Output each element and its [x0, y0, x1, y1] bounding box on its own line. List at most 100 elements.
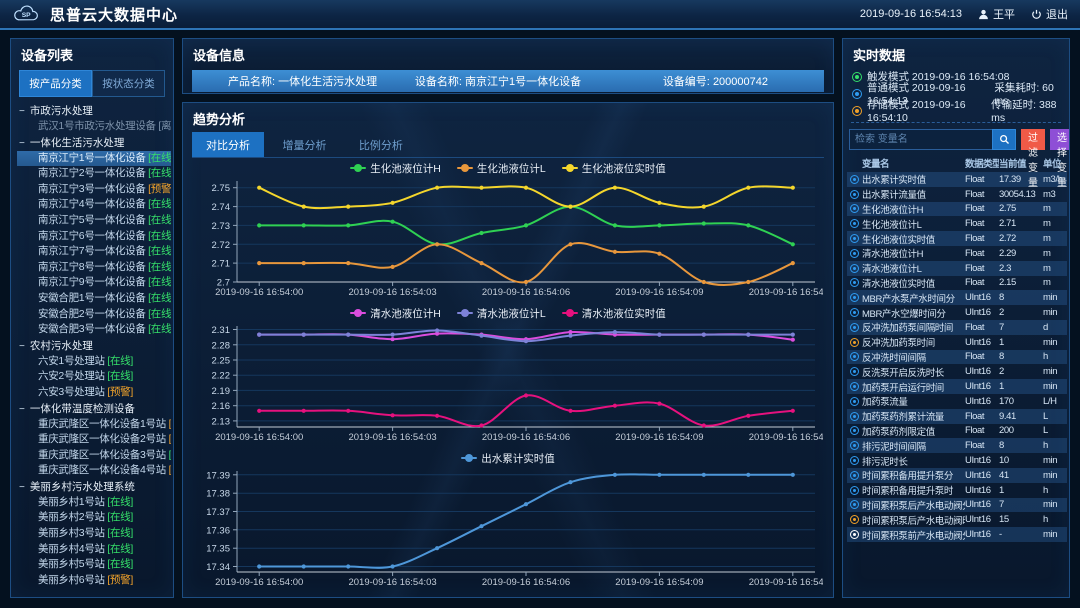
device-item[interactable]: 美丽乡村2号站 [在线]	[17, 510, 171, 526]
device-item[interactable]: 美丽乡村6号站 [预警]	[17, 573, 171, 589]
variable-row[interactable]: 排污泥时间间隔Float8h	[847, 438, 1067, 453]
device-group[interactable]: −市政污水处理	[17, 103, 171, 119]
variable-row[interactable]: 反冲洗加药泵间隔时间Float7d	[847, 320, 1067, 335]
device-item[interactable]: 南京江宁2号一体化设备 [在线]	[17, 166, 171, 182]
variable-row[interactable]: MBR产水泵产水时间分UInt168min	[847, 290, 1067, 305]
tab-compare-analysis[interactable]: 对比分析	[192, 132, 264, 157]
device-item[interactable]: 南京江宁1号一体化设备 [在线]	[17, 151, 171, 167]
device-item[interactable]: 南京江宁4号一体化设备 [在线]	[17, 197, 171, 213]
device-item[interactable]: 武汉1号市政污水处理设备 [离线]	[17, 119, 171, 135]
device-item[interactable]: 美丽乡村1号站 [在线]	[17, 495, 171, 511]
device-item-name: 六安3号处理站	[38, 386, 107, 398]
device-item[interactable]: 重庆武隆区一体化设备1号站 [预警]	[17, 417, 171, 433]
device-group[interactable]: −农村污水处理	[17, 338, 171, 354]
device-item[interactable]: 美丽乡村5号站 [在线]	[17, 557, 171, 573]
device-item[interactable]: 六安1号处理站 [在线]	[17, 354, 171, 370]
tab-ratio-analysis[interactable]: 比例分析	[345, 132, 417, 157]
variable-row[interactable]: 反冲洗加药泵时间UInt161min	[847, 335, 1067, 350]
collapse-icon[interactable]: −	[19, 106, 25, 117]
device-group[interactable]: −美丽乡村污水处理系统	[17, 479, 171, 495]
legend-item[interactable]: 清水池液位实时值	[562, 306, 666, 321]
variable-row[interactable]: 时间累积泵后产水电动阀分UInt167min	[847, 498, 1067, 513]
device-item[interactable]: 安徽合肥3号一体化设备 [在线]	[17, 322, 171, 338]
device-item[interactable]: 安徽合肥1号一体化设备 [在线]	[17, 291, 171, 307]
device-group[interactable]: −一体化生活污水处理	[17, 135, 171, 151]
legend-marker-icon	[350, 309, 366, 317]
legend-item[interactable]: 生化池液位计H	[350, 161, 441, 176]
header-user[interactable]: 王平	[978, 6, 1015, 22]
legend-item[interactable]: 生化池液位计L	[457, 161, 546, 176]
collapse-icon[interactable]: −	[19, 138, 25, 149]
variable-row[interactable]: 加药泵药剂限定值Float200L	[847, 424, 1067, 439]
variable-name: 清水池液位计L	[862, 261, 965, 276]
filter-variables-button[interactable]: 过滤变量	[1021, 129, 1045, 150]
svg-text:2019-09-16 16:54:09: 2019-09-16 16:54:09	[615, 432, 703, 443]
tab-increment-analysis[interactable]: 增量分析	[268, 132, 340, 157]
variable-row[interactable]: 时间累积泵后产水电动阀时UInt1615h	[847, 512, 1067, 527]
variable-value: 2.3	[999, 261, 1043, 276]
variable-row[interactable]: 加药泵药剂累计流量Float9.41L	[847, 409, 1067, 424]
variable-row[interactable]: MBR产水空爆时间分UInt162min	[847, 305, 1067, 320]
variable-unit: L	[1043, 424, 1067, 439]
device-item[interactable]: 重庆武隆区一体化设备2号站 [预警]	[17, 432, 171, 448]
select-variables-button[interactable]: 选择变量	[1050, 129, 1070, 150]
device-info-title: 设备信息	[183, 39, 833, 68]
svg-text:2019-09-16 16:54:03: 2019-09-16 16:54:03	[348, 577, 436, 588]
variable-row[interactable]: 出水累计流量值Float30054.13m3	[847, 187, 1067, 202]
variable-row[interactable]: 生化池液位计LFloat2.71m	[847, 216, 1067, 231]
trend-tabs: 对比分析 增量分析 比例分析	[192, 132, 824, 158]
device-item[interactable]: 南京江宁7号一体化设备 [在线]	[17, 244, 171, 260]
search-input[interactable]	[849, 129, 992, 150]
variable-row[interactable]: 清水池液位计LFloat2.3m	[847, 261, 1067, 276]
variable-row[interactable]: 清水池液位实时值Float2.15m	[847, 276, 1067, 291]
legend-item[interactable]: 清水池液位计L	[457, 306, 546, 321]
variable-row[interactable]: 排污泥时长UInt1610min	[847, 453, 1067, 468]
variable-row[interactable]: 加药泵开启运行时间UInt161min	[847, 379, 1067, 394]
device-item[interactable]: 南京江宁6号一体化设备 [在线]	[17, 229, 171, 245]
variable-row[interactable]: 时间累积泵前产水电动阀分UInt16-min	[847, 527, 1067, 542]
variable-icon	[850, 249, 859, 258]
variable-value: 1	[999, 483, 1043, 498]
legend-item[interactable]: 清水池液位计H	[350, 306, 441, 321]
device-item[interactable]: 南京江宁5号一体化设备 [在线]	[17, 213, 171, 229]
device-item[interactable]: 重庆武隆区一体化设备3号站 [在线]	[17, 448, 171, 464]
chart-legend: 生化池液位计H 生化池液位计L 生化池液位实时值	[191, 160, 825, 176]
device-item[interactable]: 六安3号处理站 [预警]	[17, 385, 171, 401]
variables-table-body: 出水累计实时值Float17.39m3/h出水累计流量值Float30054.1…	[847, 172, 1067, 542]
variable-row[interactable]: 生化池液位计HFloat2.75m	[847, 202, 1067, 217]
device-item[interactable]: 南京江宁8号一体化设备 [在线]	[17, 260, 171, 276]
variable-name: 生化池液位计L	[862, 216, 965, 231]
variable-icon	[850, 308, 859, 317]
device-item[interactable]: 美丽乡村4号站 [在线]	[17, 542, 171, 558]
collapse-icon[interactable]: −	[19, 341, 25, 352]
device-item[interactable]: 安徽合肥2号一体化设备 [在线]	[17, 307, 171, 323]
tab-by-status[interactable]: 按状态分类	[92, 70, 165, 97]
variable-row[interactable]: 反洗泵开启反洗时长UInt162min	[847, 364, 1067, 379]
device-item[interactable]: 重庆武隆区一体化设备4号站 [预警]	[17, 463, 171, 479]
collapse-icon[interactable]: −	[19, 482, 25, 493]
logout-button[interactable]: 退出	[1031, 6, 1068, 22]
variable-row[interactable]: 清水池液位计HFloat2.29m	[847, 246, 1067, 261]
device-status-badge: [在线]	[148, 261, 171, 273]
legend-item[interactable]: 出水累计实时值	[461, 451, 555, 466]
device-status-badge: [在线]	[107, 558, 133, 570]
variable-row[interactable]: 加药泵流量UInt16170L/H	[847, 394, 1067, 409]
variable-row[interactable]: 时间累积备用提升泵分UInt1641min	[847, 468, 1067, 483]
search-button[interactable]	[992, 129, 1016, 150]
variable-type: Float	[965, 187, 999, 202]
variable-row[interactable]: 时间累积备用提升泵时UInt161h	[847, 483, 1067, 498]
variable-row[interactable]: 生化池液位实时值Float2.72m	[847, 231, 1067, 246]
device-item-name: 重庆武隆区一体化设备2号站	[38, 433, 169, 445]
device-item[interactable]: 美丽乡村3号站 [在线]	[17, 526, 171, 542]
device-item[interactable]: 南京江宁3号一体化设备 [预警]	[17, 182, 171, 198]
device-item[interactable]: 南京江宁9号一体化设备 [在线]	[17, 275, 171, 291]
device-group[interactable]: −一体化带温度检测设备	[17, 401, 171, 417]
tab-by-product[interactable]: 按产品分类	[19, 70, 92, 97]
legend-item[interactable]: 生化池液位实时值	[562, 161, 666, 176]
device-item[interactable]: 六安2号处理站 [在线]	[17, 369, 171, 385]
device-status-badge: [在线]	[148, 214, 171, 226]
variable-row[interactable]: 反冲洗时间间隔Float8h	[847, 350, 1067, 365]
variable-icon	[850, 234, 859, 243]
svg-text:2019-09-16 16:54:12: 2019-09-16 16:54:12	[749, 432, 823, 443]
collapse-icon[interactable]: −	[19, 404, 25, 415]
